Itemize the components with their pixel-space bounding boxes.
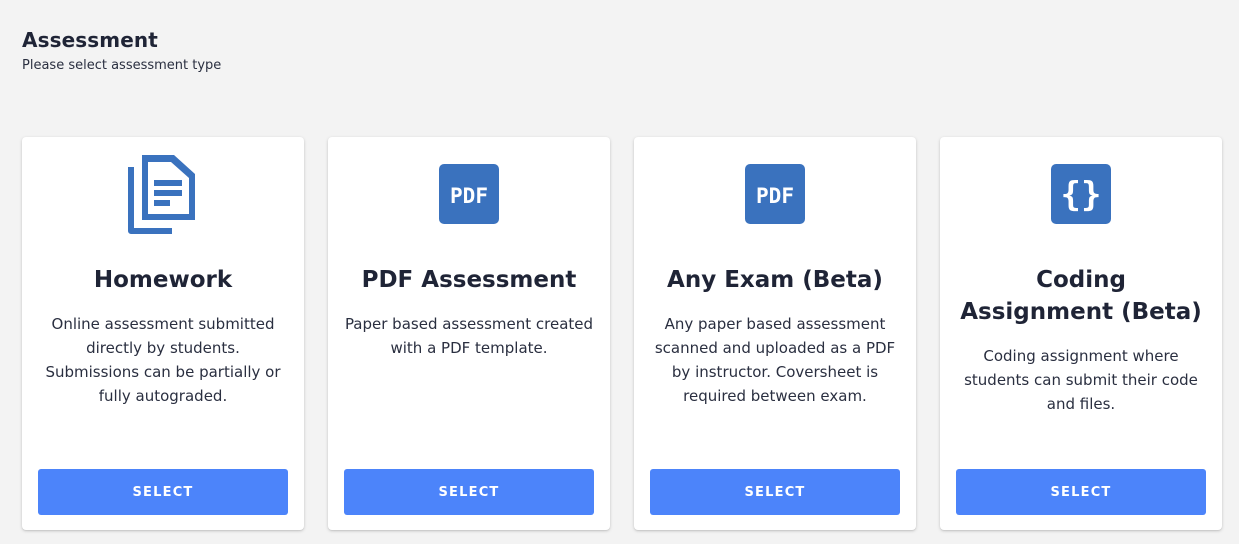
assessment-type-page: Assessment Please select assessment type…: [0, 0, 1239, 544]
assessment-type-cards: Homework Online assessment submitted dir…: [22, 137, 1222, 530]
card-body: Coding Assignment (Beta) Coding assignme…: [956, 264, 1206, 416]
card-homework: Homework Online assessment submitted dir…: [22, 137, 304, 530]
select-homework-button[interactable]: SELECT: [38, 469, 288, 515]
card-description: Paper based assessment created with a PD…: [344, 315, 594, 357]
select-coding-assignment-button[interactable]: SELECT: [956, 469, 1206, 515]
card-description: Online assessment submitted directly by …: [45, 315, 281, 405]
card-pdf-assessment: PDF PDF Assessment Paper based assessmen…: [328, 137, 610, 530]
card-description: Any paper based assessment scanned and u…: [654, 315, 896, 405]
page-header: Assessment Please select assessment type: [22, 28, 221, 74]
card-title: Homework: [93, 267, 233, 293]
pdf-icon: PDF: [634, 153, 916, 235]
svg-text:PDF: PDF: [756, 184, 794, 208]
card-body: Homework Online assessment submitted dir…: [38, 264, 288, 408]
page-title: Assessment: [22, 28, 158, 52]
card-title: PDF Assessment: [361, 267, 577, 293]
pdf-icon: PDF: [328, 153, 610, 235]
select-any-exam-button[interactable]: SELECT: [650, 469, 900, 515]
code-braces-icon: {}: [940, 153, 1222, 235]
card-body: Any Exam (Beta) Any paper based assessme…: [650, 264, 900, 408]
card-coding-assignment: {} Coding Assignment (Beta) Coding assig…: [940, 137, 1222, 530]
card-title: Coding Assignment (Beta): [960, 267, 1202, 325]
card-title: Any Exam (Beta): [667, 267, 883, 293]
svg-text:{}: {}: [1061, 175, 1102, 215]
svg-text:PDF: PDF: [450, 184, 488, 208]
card-any-exam: PDF Any Exam (Beta) Any paper based asse…: [634, 137, 916, 530]
document-icon: [22, 153, 304, 235]
select-pdf-assessment-button[interactable]: SELECT: [344, 469, 594, 515]
card-body: PDF Assessment Paper based assessment cr…: [344, 264, 594, 360]
card-description: Coding assignment where students can sub…: [964, 347, 1198, 413]
page-subtitle: Please select assessment type: [22, 58, 222, 73]
